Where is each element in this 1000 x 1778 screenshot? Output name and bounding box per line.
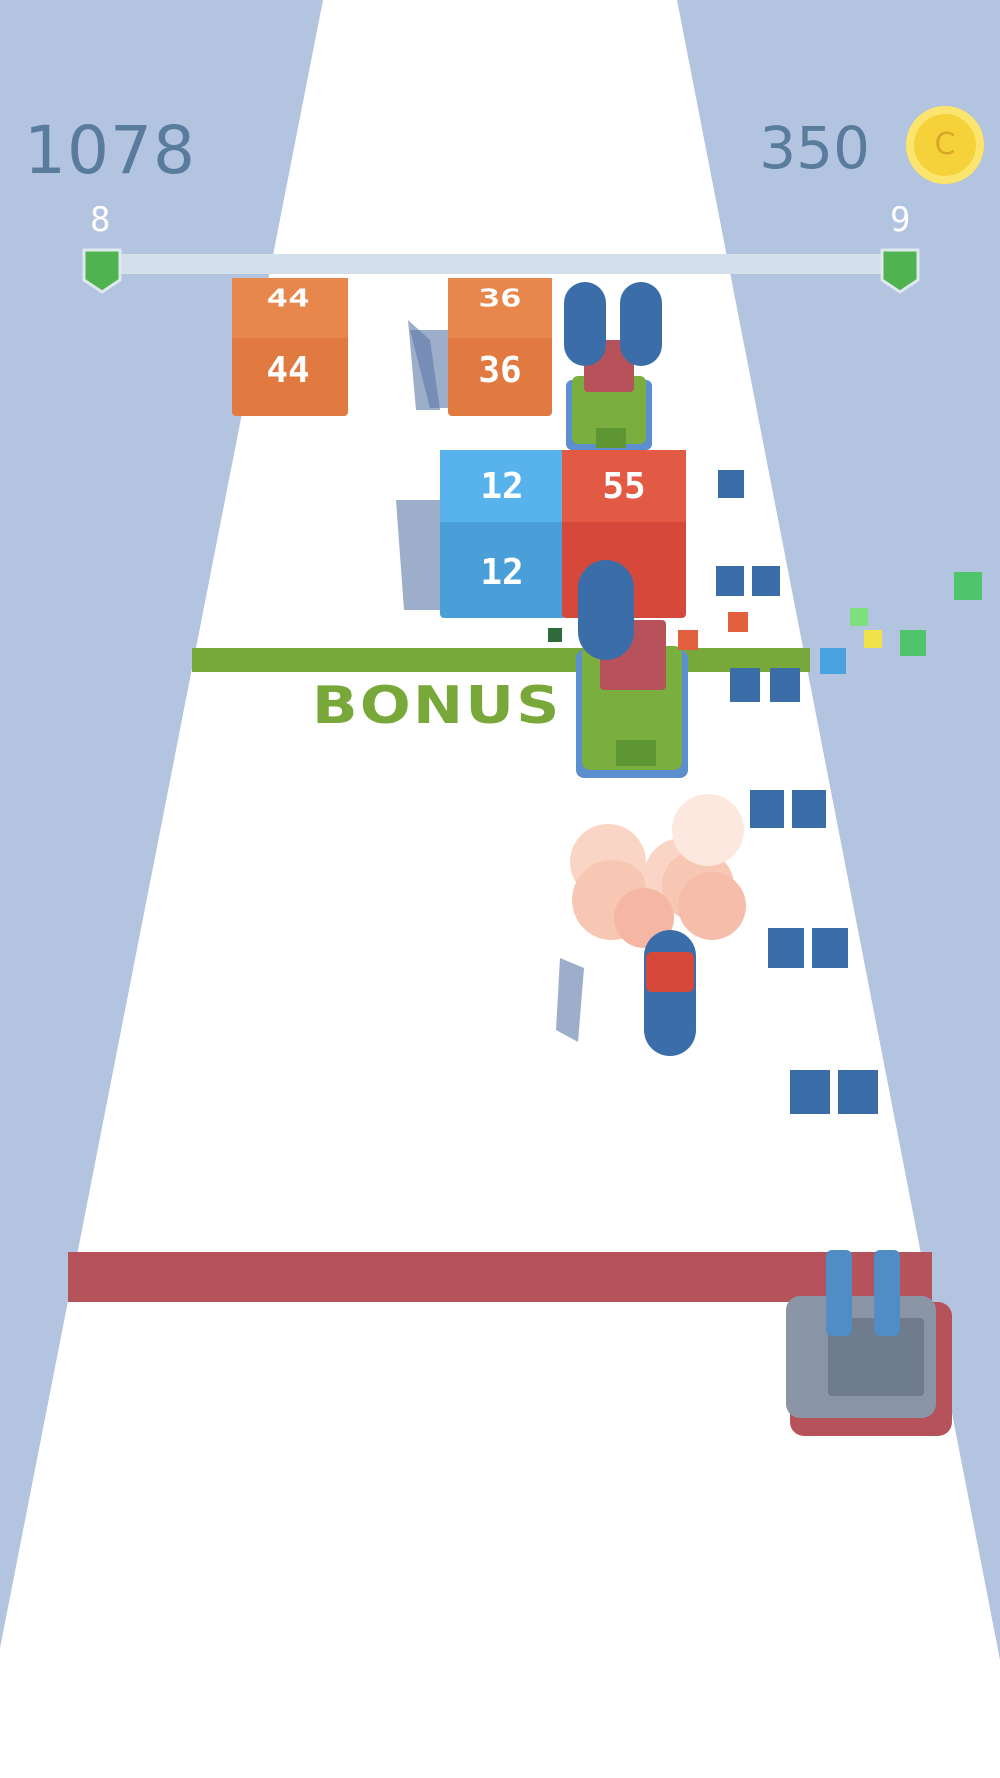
cube-label-36-front: 36 xyxy=(478,350,522,391)
level-end-flag xyxy=(880,248,920,294)
bonus-line xyxy=(192,648,810,672)
cube-label-12-front: 12 xyxy=(480,552,524,593)
level-current-label: 8 xyxy=(90,200,111,240)
level-next-label: 9 xyxy=(890,200,911,240)
coin-symbol: C xyxy=(934,127,956,162)
cube-label-36-top: 36 xyxy=(478,284,522,313)
level-start-flag xyxy=(82,248,122,294)
cube-label-12-top: 12 xyxy=(480,466,524,507)
score-counter: 1078 xyxy=(24,112,196,189)
level-progress-bar xyxy=(100,254,900,274)
finish-line xyxy=(68,1252,932,1302)
cube-label-55-top: 55 xyxy=(602,466,646,507)
coin-icon: C xyxy=(906,106,984,184)
game-scene[interactable] xyxy=(0,0,1000,1778)
cube-label-44-top: 44 xyxy=(266,284,310,313)
bonus-label: BONUS xyxy=(312,676,562,736)
coin-counter: 350 xyxy=(759,114,870,182)
cube-label-44-front: 44 xyxy=(266,350,310,391)
